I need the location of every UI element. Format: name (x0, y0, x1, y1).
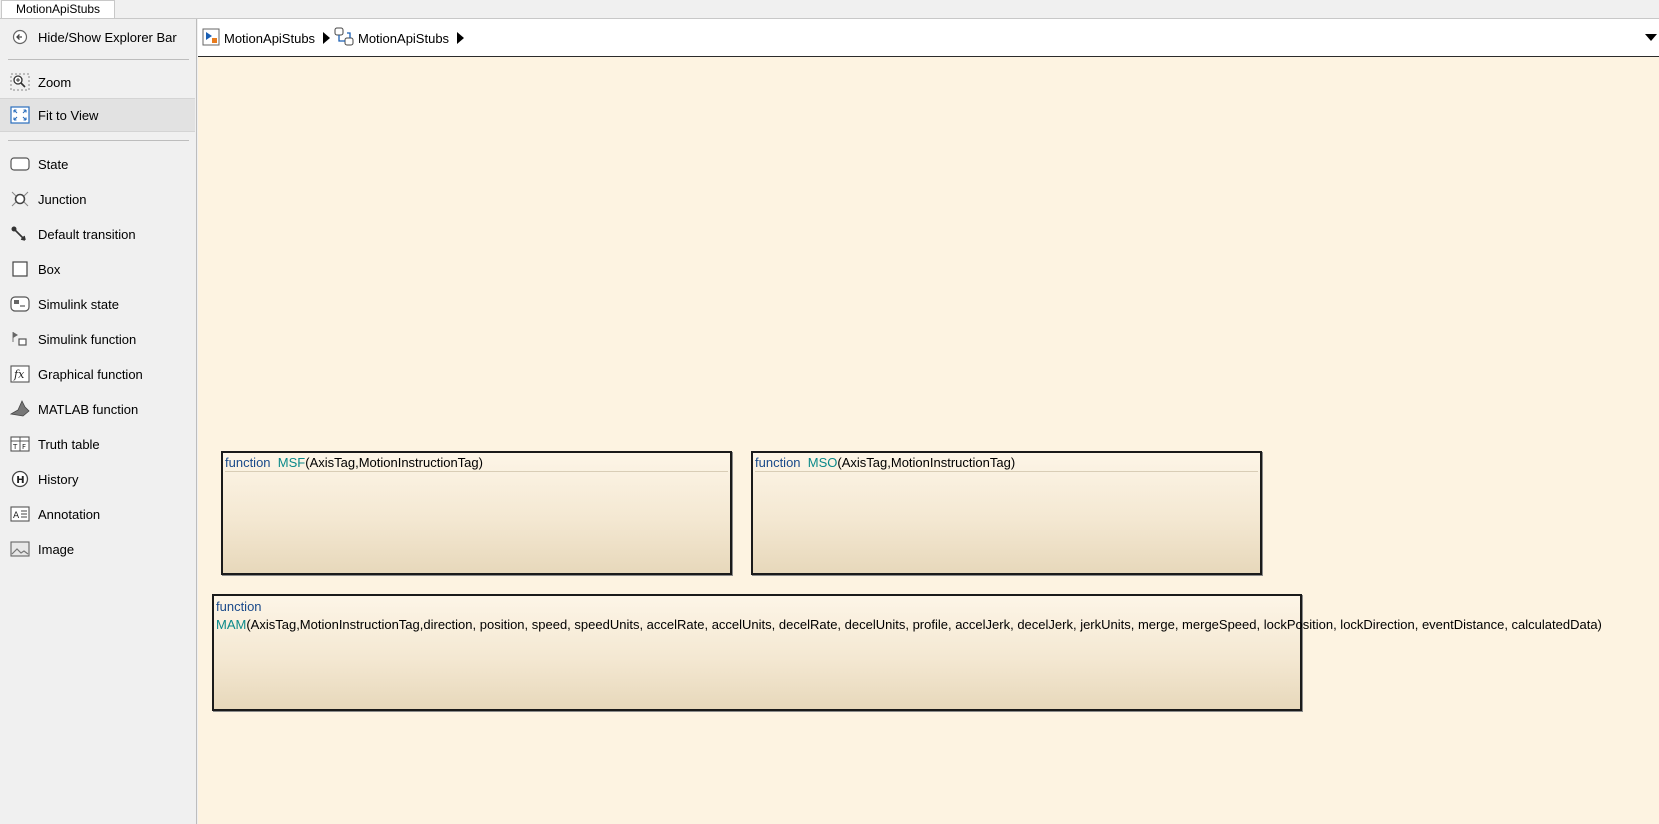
palette-item-label: Graphical function (38, 366, 143, 382)
function-signature: function MSF(AxisTag,MotionInstructionTa… (225, 455, 728, 472)
palette-item-label: Truth table (38, 436, 100, 452)
palette-item-label: Image (38, 541, 75, 557)
graphical-function-msf[interactable]: function MSF(AxisTag,MotionInstructionTa… (221, 451, 732, 575)
history-tool[interactable]: H History (0, 463, 195, 495)
simulink-function-icon (9, 329, 31, 349)
divider (8, 59, 189, 60)
palette-item-label: Simulink state (38, 296, 119, 312)
graphical-function-tool[interactable]: fx Graphical function (0, 358, 195, 390)
state-tool[interactable]: State (0, 148, 195, 180)
divider (8, 140, 189, 141)
box-icon (9, 259, 31, 279)
graphical-function-icon: fx (9, 364, 31, 384)
matlab-function-tool[interactable]: MATLAB function (0, 393, 195, 425)
history-icon: H (9, 469, 31, 489)
palette-item-label: Box (38, 261, 61, 277)
graphical-function-mso[interactable]: function MSO(AxisTag,MotionInstructionTa… (751, 451, 1262, 575)
model-icon (202, 28, 220, 49)
palette-item-label: Fit to View (38, 107, 99, 123)
fit-to-view-button[interactable]: Fit to View (0, 98, 195, 132)
palette-item-label: Junction (38, 191, 87, 207)
back-circle-icon (9, 27, 31, 47)
breadcrumb-item-chart[interactable]: MotionApiStubs (334, 27, 465, 50)
chevron-right-icon[interactable] (323, 32, 331, 44)
chart-icon (334, 27, 354, 50)
function-signature: function MSO(AxisTag,MotionInstructionTa… (755, 455, 1258, 472)
function-signature: MAM(AxisTag,MotionInstructionTag,directi… (216, 617, 1602, 632)
palette-item-label: Default transition (38, 226, 136, 242)
default-transition-tool[interactable]: Default transition (0, 218, 195, 250)
breadcrumb: MotionApiStubs MotionApiStubs (198, 19, 1659, 57)
state-icon (9, 154, 31, 174)
junction-tool[interactable]: Junction (0, 183, 195, 215)
zoom-icon (9, 72, 31, 92)
simulink-function-tool[interactable]: Simulink function (0, 323, 195, 355)
object-palette: Hide/Show Explorer Bar Zoom Fit to View … (0, 19, 197, 824)
simulink-state-icon (9, 294, 31, 314)
svg-text:A: A (13, 511, 20, 521)
image-tool[interactable]: Image (0, 533, 195, 565)
junction-icon (9, 189, 31, 209)
palette-item-label: Simulink function (38, 331, 137, 347)
svg-text:F: F (22, 443, 26, 451)
image-icon (9, 539, 31, 559)
palette-item-label: History (38, 471, 79, 487)
box-tool[interactable]: Box (0, 253, 195, 285)
matlab-function-icon (9, 399, 31, 419)
truth-table-tool[interactable]: TF Truth table (0, 428, 195, 460)
chart-canvas[interactable]: function MSF(AxisTag,MotionInstructionTa… (198, 57, 1659, 824)
truth-table-icon: TF (9, 434, 31, 454)
palette-item-label: Zoom (38, 74, 72, 90)
annotation-tool[interactable]: A Annotation (0, 498, 195, 530)
chevron-down-icon[interactable] (1645, 34, 1657, 41)
tab-strip: MotionApiStubs (0, 0, 1659, 19)
palette-item-label: Annotation (38, 506, 101, 522)
function-keyword: function (216, 599, 262, 614)
fit-to-view-icon (9, 105, 31, 125)
chevron-right-icon[interactable] (457, 32, 465, 44)
zoom-button[interactable]: Zoom (0, 66, 195, 98)
breadcrumb-item-model[interactable]: MotionApiStubs (202, 28, 331, 49)
svg-text:T: T (12, 443, 18, 451)
annotation-icon: A (9, 504, 31, 524)
palette-item-label: Hide/Show Explorer Bar (38, 29, 177, 45)
svg-text:fx: fx (13, 368, 25, 381)
palette-item-label: MATLAB function (38, 401, 139, 417)
hide-show-explorer-bar-button[interactable]: Hide/Show Explorer Bar (0, 21, 195, 53)
graphical-function-mam[interactable]: function MAM(AxisTag,MotionInstructionTa… (212, 594, 1602, 711)
default-transition-icon (9, 224, 31, 244)
simulink-state-tool[interactable]: Simulink state (0, 288, 195, 320)
svg-text:H: H (16, 475, 24, 486)
palette-item-label: State (38, 156, 69, 172)
tab-motionapistubs[interactable]: MotionApiStubs (1, 0, 116, 18)
